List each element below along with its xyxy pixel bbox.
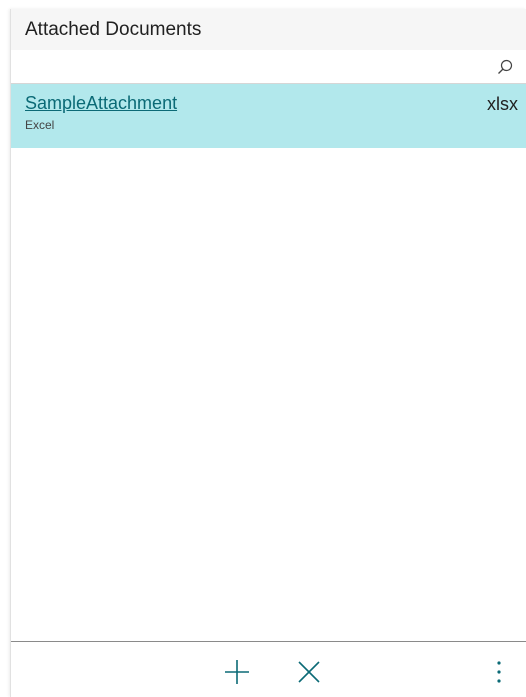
close-icon[interactable]	[293, 656, 325, 688]
more-vertical-icon[interactable]	[483, 656, 515, 688]
search-bar	[11, 50, 526, 84]
panel-title: Attached Documents	[25, 18, 202, 40]
panel-header: Attached Documents	[11, 9, 526, 50]
document-name-link[interactable]: SampleAttachment	[25, 93, 177, 114]
search-icon[interactable]	[496, 58, 514, 76]
document-type: Excel	[25, 118, 55, 132]
document-list-item[interactable]: SampleAttachment Excel xlsx	[11, 84, 526, 148]
document-extension: xlsx	[487, 94, 518, 114]
plus-icon[interactable]	[221, 656, 253, 688]
attached-documents-panel: Attached Documents SampleAttachment Exce…	[10, 9, 526, 697]
action-bar	[11, 641, 526, 697]
